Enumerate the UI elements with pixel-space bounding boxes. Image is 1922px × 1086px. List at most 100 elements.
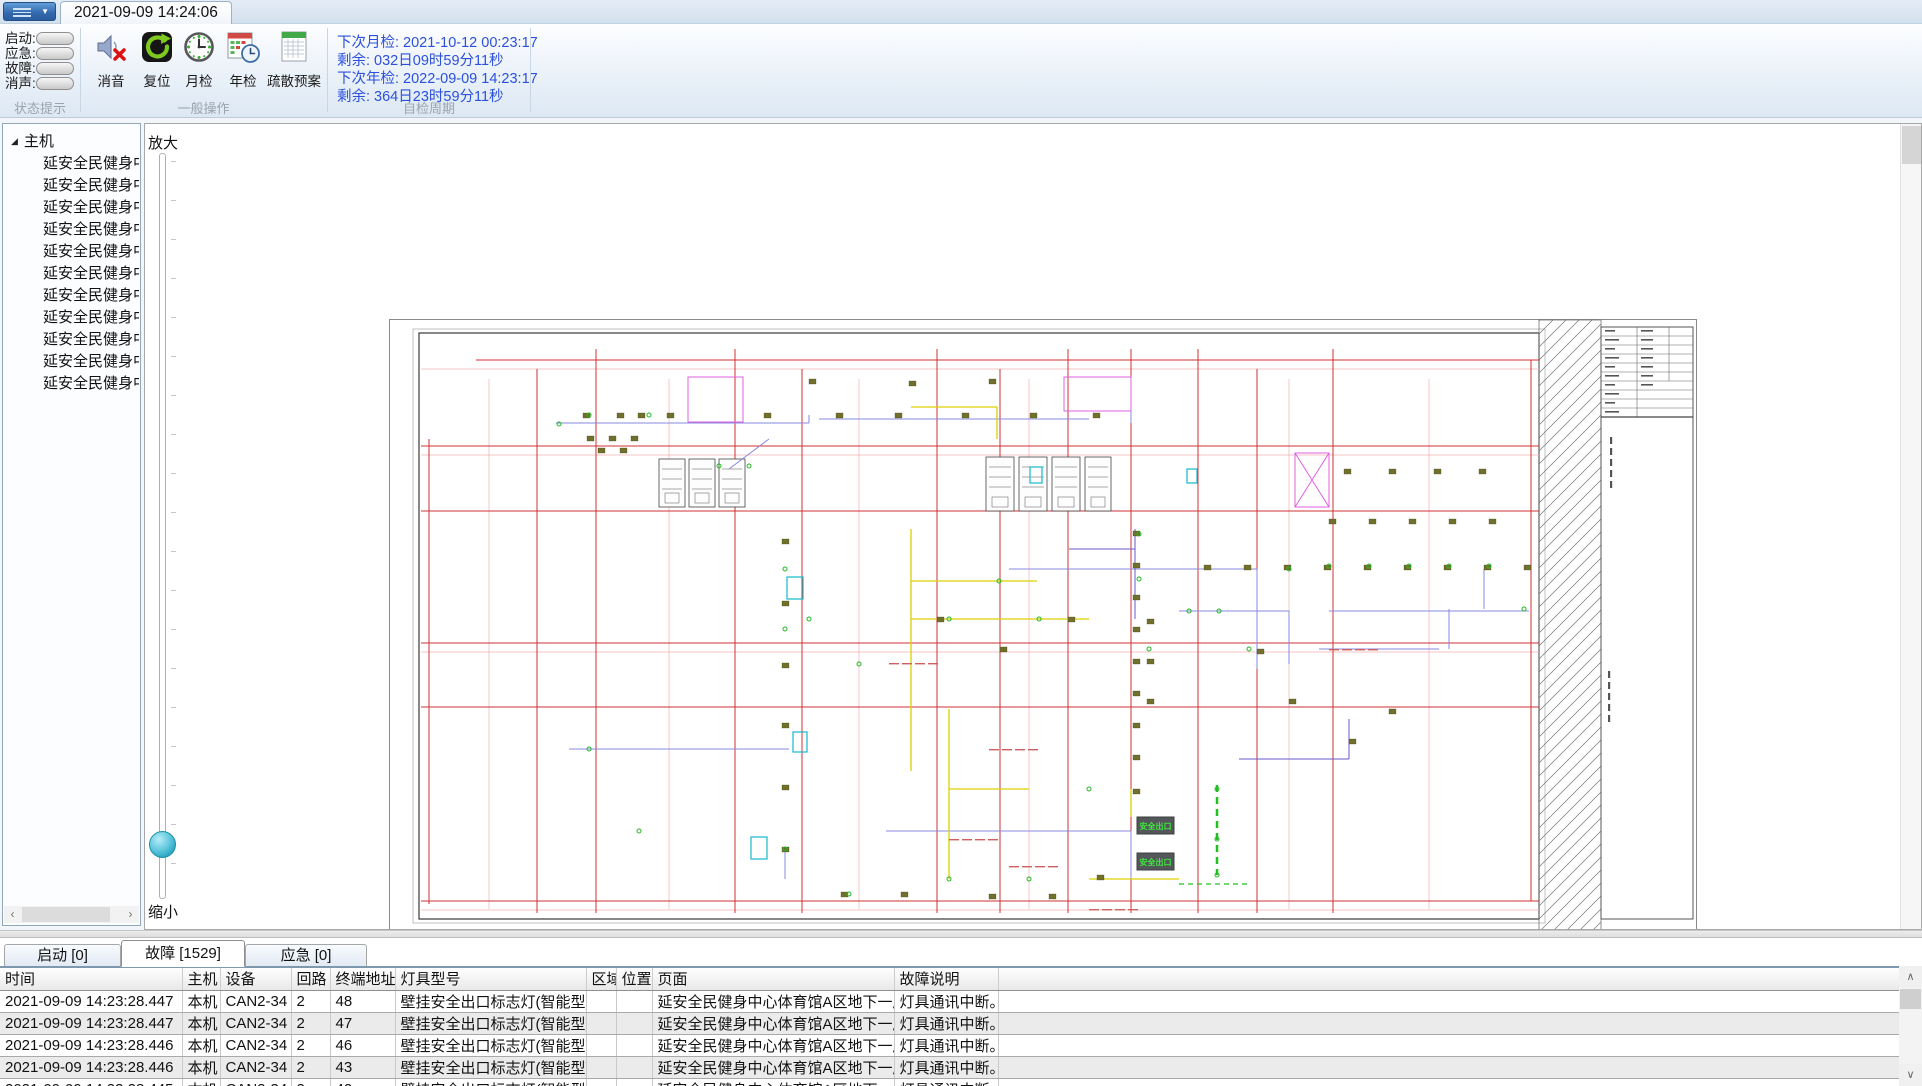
fault-cell: 壁挂安全出口标志灯(智能型) <box>395 1078 586 1086</box>
group-caption-status: 状态提示 <box>0 98 80 114</box>
tab-emergency-events[interactable]: 应急 [0] <box>245 944 367 966</box>
fault-cell: 42 <box>330 1078 395 1086</box>
reset-button[interactable]: 复位 <box>134 30 180 96</box>
ribbon-toolbar: 启动: 应急: 故障: 消声: 消音 复位 <box>0 24 1922 118</box>
main-window: ▼ 2021-09-09 14:24:06 启动: 应急: 故障: 消声: 消音 <box>0 0 1922 1086</box>
column-header[interactable]: 主机 <box>182 968 220 990</box>
fault-cell: 43 <box>330 1056 395 1078</box>
tree-item[interactable]: 延安全民健身中心体育馆A区地下一层 <box>43 262 139 284</box>
tree-root-host[interactable]: ◢主机 <box>11 130 54 152</box>
column-header[interactable]: 区域 <box>586 968 616 990</box>
column-header[interactable]: 故障说明 <box>894 968 998 990</box>
fault-cell <box>616 1034 652 1056</box>
scrollbar-thumb[interactable] <box>1902 126 1921 164</box>
zoom-slider-knob[interactable] <box>149 831 176 858</box>
monthly-check-button[interactable]: 月检 <box>176 30 222 96</box>
tree-item[interactable]: 延安全民健身中心体育馆A区地下一层 <box>43 152 139 174</box>
chevron-down-icon: ▼ <box>41 7 49 16</box>
fault-row[interactable]: 2021-09-09 14:23:28.447本机CAN2-34248壁挂安全出… <box>0 990 1899 1012</box>
annual-check-button[interactable]: 年检 <box>220 30 266 96</box>
scroll-left-icon[interactable]: ‹ <box>4 906 21 923</box>
fault-cell: 灯具通讯中断。 <box>894 1078 998 1086</box>
fault-cell: 2021-09-09 14:23:28.446 <box>0 1056 182 1078</box>
fault-cell: 本机 <box>182 1034 220 1056</box>
slider-tick <box>171 200 176 201</box>
status-indicator-start <box>36 32 74 45</box>
fault-cell: 延安全民健身中心体育馆A区地下一层 <box>652 1056 894 1078</box>
tree-item[interactable]: 延安全民健身中心体育馆A区地下一层 <box>43 328 139 350</box>
canvas-vertical-scrollbar[interactable] <box>1900 124 1921 929</box>
table-vertical-scrollbar[interactable]: ∧ ∨ <box>1899 966 1922 1086</box>
app-menu-button[interactable]: ▼ <box>3 2 56 21</box>
fault-cell: 2 <box>291 990 330 1012</box>
tab-start-events[interactable]: 启动 [0] <box>4 944 121 966</box>
zoom-slider-track[interactable] <box>159 153 166 899</box>
column-header[interactable]: 设备 <box>220 968 291 990</box>
fault-cell <box>998 1056 1899 1078</box>
fault-cell: CAN2-34 <box>220 1078 291 1086</box>
fault-row[interactable]: 2021-09-09 14:23:28.446本机CAN2-34243壁挂安全出… <box>0 1056 1899 1078</box>
tree-item[interactable]: 延安全民健身中心体育馆A区地下一层 <box>43 372 139 394</box>
sidebar-horizontal-scrollbar[interactable]: ‹ › <box>4 906 139 923</box>
column-header[interactable]: 位置 <box>616 968 652 990</box>
fault-cell: 延安全民健身中心体育馆A区地下一层 <box>652 1034 894 1056</box>
svg-text:安全出口: 安全出口 <box>1140 857 1172 867</box>
status-indicator-fault <box>36 62 74 75</box>
evacuation-plan-button[interactable]: 疏散预案 <box>264 30 324 96</box>
column-header[interactable]: 页面 <box>652 968 894 990</box>
status-label-start: 启动: <box>5 32 36 47</box>
tree-item[interactable]: 延安全民健身中心体育馆A区地下一层 <box>43 196 139 218</box>
tab-fault-events[interactable]: 故障 [1529] <box>121 940 245 967</box>
column-header[interactable]: 回路 <box>291 968 330 990</box>
column-header[interactable]: 灯具型号 <box>395 968 586 990</box>
mute-button[interactable]: 消音 <box>88 30 134 96</box>
cad-floorplan: 安全出口 安全出口 <box>389 319 1697 930</box>
event-log-panel: 启动 [0] 故障 [1529] 应急 [0] 时间主机设备回路终端地址灯具型号… <box>0 938 1922 1086</box>
tree-expand-icon[interactable]: ◢ <box>11 136 18 147</box>
column-header[interactable] <box>998 968 1899 990</box>
fault-row[interactable]: 2021-09-09 14:23:28.447本机CAN2-34247壁挂安全出… <box>0 1012 1899 1034</box>
slider-tick <box>171 551 176 552</box>
tree-item[interactable]: 延安全民健身中心体育馆A区地下一层 <box>43 350 139 372</box>
slider-tick <box>171 668 176 669</box>
scroll-right-icon[interactable]: › <box>122 906 139 923</box>
fault-cell: 本机 <box>182 1056 220 1078</box>
fault-cell: 2021-09-09 14:23:28.447 <box>0 1012 182 1034</box>
tree-item[interactable]: 延安全民健身中心体育馆A区地下一层 <box>43 240 139 262</box>
monthly-remaining: 剩余: 032日09时59分11秒 <box>337 49 537 67</box>
fault-cell: 2 <box>291 1034 330 1056</box>
slider-tick <box>171 356 176 357</box>
tree-item[interactable]: 延安全民健身中心体育馆A区地下一层 <box>43 218 139 240</box>
column-header[interactable]: 终端地址 <box>330 968 395 990</box>
group-separator <box>80 28 81 112</box>
device-tree-panel: ◢主机 延安全民健身中心体育馆A区地下一层延安全民健身中心体育馆A区地下一层延安… <box>2 123 141 926</box>
status-label-mute: 消声: <box>5 77 36 92</box>
exit-sign: 安全出口 <box>1137 817 1174 834</box>
fault-cell: 本机 <box>182 1078 220 1086</box>
fault-cell <box>586 1034 616 1056</box>
slider-tick <box>171 512 176 513</box>
scrollbar-thumb[interactable] <box>22 907 110 922</box>
slider-tick <box>171 863 176 864</box>
group-separator <box>327 28 328 112</box>
scroll-down-icon[interactable]: ∨ <box>1899 1064 1922 1086</box>
tree-item[interactable]: 延安全民健身中心体育馆A区地下一层 <box>43 306 139 328</box>
slider-tick <box>171 473 176 474</box>
group-caption-actions: 一般操作 <box>82 98 325 114</box>
zoom-out-label: 缩小 <box>148 901 178 922</box>
scroll-up-icon[interactable]: ∧ <box>1899 966 1922 988</box>
fault-cell: 壁挂安全出口标志灯(智能型) <box>395 990 586 1012</box>
title-strip: ▼ 2021-09-09 14:24:06 <box>0 0 1922 24</box>
fault-cell <box>998 1078 1899 1086</box>
floorplan-canvas[interactable]: 放大 缩小 安全出口 安全出口 <box>144 123 1922 930</box>
document-tab[interactable]: 2021-09-09 14:24:06 <box>60 1 232 24</box>
fault-row[interactable]: 2021-09-09 14:23:28.445本机CAN2-34242壁挂安全出… <box>0 1078 1899 1086</box>
scrollbar-thumb[interactable] <box>1900 989 1921 1009</box>
slider-tick <box>171 590 176 591</box>
horizontal-splitter[interactable] <box>0 930 1922 938</box>
column-header[interactable]: 时间 <box>0 968 182 990</box>
fault-row[interactable]: 2021-09-09 14:23:28.446本机CAN2-34246壁挂安全出… <box>0 1034 1899 1056</box>
tree-item[interactable]: 延安全民健身中心体育馆A区地下一层 <box>43 174 139 196</box>
tree-item[interactable]: 延安全民健身中心体育馆A区地下一层 <box>43 284 139 306</box>
fault-cell <box>616 990 652 1012</box>
